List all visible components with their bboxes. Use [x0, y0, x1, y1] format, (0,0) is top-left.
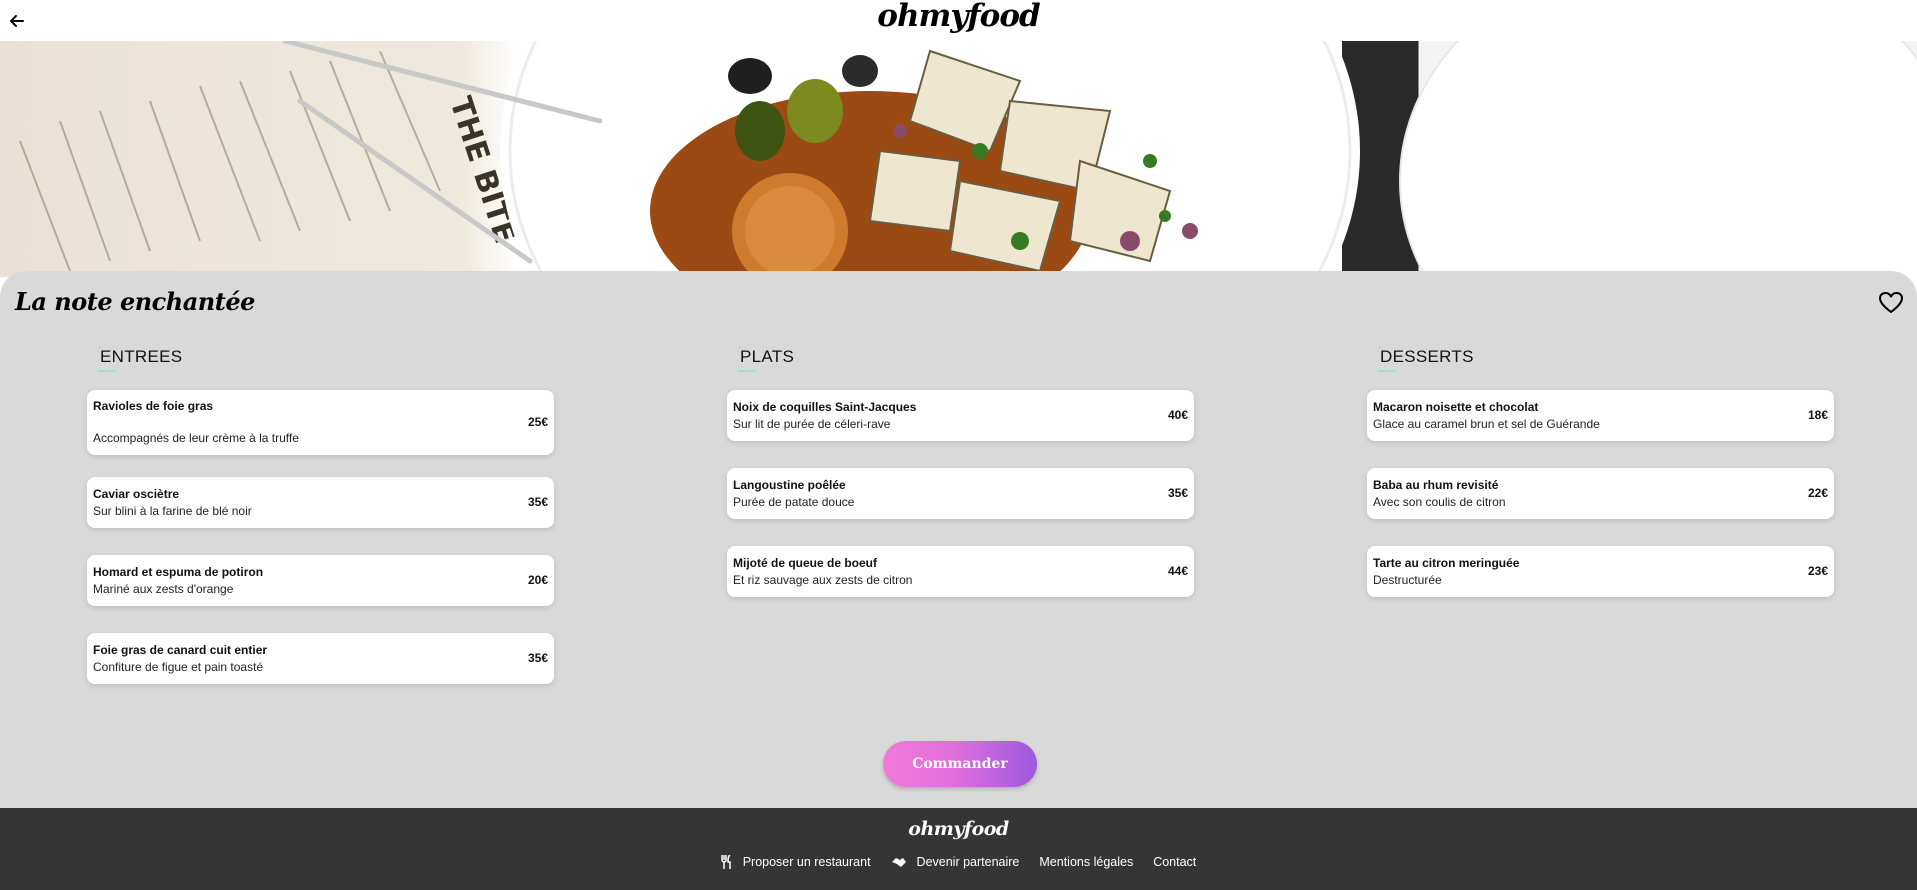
dish-description: Sur lit de purée de céleri-rave — [733, 417, 891, 431]
section-title: PLATS — [737, 347, 795, 372]
dish-description: Sur blini à la farine de blé noir — [93, 504, 252, 518]
dish-price: 40€ — [1167, 408, 1188, 422]
footer-link-label: Contact — [1153, 855, 1197, 869]
dish-price: 18€ — [1807, 408, 1828, 422]
footer-link-propose-restaurant[interactable]: Proposer un restaurant — [720, 855, 871, 869]
section-title: DESSERTS — [1378, 347, 1474, 372]
footer-link-label: Devenir partenaire — [916, 855, 1020, 869]
footer-link-become-partner[interactable]: Devenir partenaire — [891, 855, 1020, 869]
dish-price: 25€ — [527, 415, 548, 429]
dish-price: 44€ — [1167, 564, 1188, 578]
footer-link-label: Mentions légales — [1039, 855, 1134, 869]
order-button[interactable]: Commander — [883, 741, 1037, 787]
footer: ohmyfood Proposer un restaurant Devenir … — [0, 808, 1917, 890]
footer-link-legal-notice[interactable]: Mentions légales — [1039, 855, 1133, 869]
dish-price: 35€ — [527, 651, 548, 665]
dish-description: Purée de patate douce — [733, 495, 855, 509]
dish-description: Mariné aux zests d'orange — [93, 582, 234, 596]
dish-description: Et riz sauvage aux zests de citron — [733, 573, 913, 587]
menu-item-card[interactable]: Mijoté de queue de boeuf Et riz sauvage … — [727, 546, 1194, 597]
dish-name: Caviar osciètre — [93, 487, 180, 501]
menu-item-card[interactable]: Homard et espuma de potiron Mariné aux z… — [87, 555, 554, 606]
menu-panel: La note enchantée ENTREES Ravioles de fo… — [0, 271, 1917, 808]
dish-price: 35€ — [1167, 486, 1188, 500]
menu-item-card[interactable]: Caviar osciètre Sur blini à la farine de… — [87, 477, 554, 528]
footer-link-label: Proposer un restaurant — [742, 855, 871, 869]
utensils-icon — [720, 855, 733, 869]
dish-name: Ravioles de foie gras — [93, 399, 214, 413]
handshake-icon — [891, 856, 907, 868]
dish-price: 23€ — [1807, 564, 1828, 578]
menu-item-card[interactable]: Baba au rhum revisité Avec son coulis de… — [1367, 468, 1834, 519]
dish-name: Tarte au citron meringuée — [1373, 556, 1520, 570]
dish-name: Homard et espuma de potiron — [93, 565, 264, 579]
menu-item-card[interactable]: Macaron noisette et chocolat Glace au ca… — [1367, 390, 1834, 441]
dish-name: Langoustine poêlée — [733, 478, 846, 492]
dish-name: Baba au rhum revisité — [1373, 478, 1499, 492]
logo[interactable]: ohmyfood — [0, 0, 1917, 34]
menu-item-card[interactable]: Noix de coquilles Saint-Jacques Sur lit … — [727, 390, 1194, 441]
menu-item-card[interactable]: Foie gras de canard cuit entier Confitur… — [87, 633, 554, 684]
dish-name: Noix de coquilles Saint-Jacques — [733, 400, 917, 414]
footer-links: Proposer un restaurant Devenir partenair… — [0, 855, 1917, 869]
menu-item-card[interactable]: Langoustine poêlée Purée de patate douce… — [727, 468, 1194, 519]
dish-price: 35€ — [527, 495, 548, 509]
dish-description: Glace au caramel brun et sel de Guérande — [1373, 417, 1600, 431]
dish-name: Mijoté de queue de boeuf — [733, 556, 878, 570]
heart-icon[interactable] — [1878, 291, 1904, 315]
menu-item-card[interactable]: Tarte au citron meringuée Destructurée 2… — [1367, 546, 1834, 597]
section-title: ENTREES — [97, 347, 183, 372]
header: ohmyfood — [0, 0, 1917, 41]
restaurant-hero-image: THE BITE — [0, 41, 1917, 277]
dish-price: 22€ — [1807, 486, 1828, 500]
restaurant-name: La note enchantée — [15, 287, 255, 316]
dish-description: Confiture de figue et pain toasté — [93, 660, 264, 674]
dish-name: Macaron noisette et chocolat — [1373, 400, 1539, 414]
dish-description: Accompagnés de leur crème à la truffe — [93, 431, 299, 445]
dish-description: Avec son coulis de citron — [1373, 495, 1506, 509]
dish-name: Foie gras de canard cuit entier — [93, 643, 268, 657]
dish-price: 20€ — [527, 573, 548, 587]
footer-link-contact[interactable]: Contact — [1153, 855, 1196, 869]
menu-item-card[interactable]: Ravioles de foie gras Accompagnés de leu… — [87, 390, 554, 455]
dish-description: Destructurée — [1373, 573, 1442, 587]
footer-logo: ohmyfood — [908, 818, 1009, 840]
